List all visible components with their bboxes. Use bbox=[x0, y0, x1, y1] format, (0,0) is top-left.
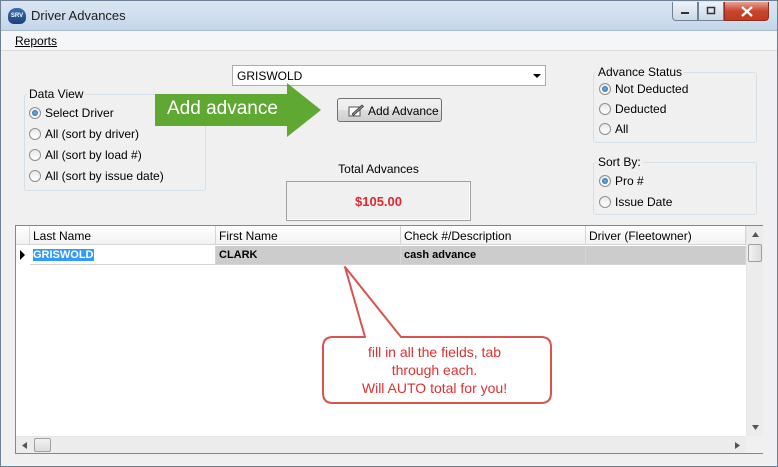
data-view-legend: Data View bbox=[29, 87, 84, 101]
app-icon: SRV bbox=[8, 8, 26, 24]
cell-last-name[interactable]: GRISWOLD bbox=[30, 246, 216, 265]
radio-label: All bbox=[615, 122, 629, 136]
close-button[interactable] bbox=[724, 2, 769, 21]
radio-label: Select Driver bbox=[45, 106, 114, 120]
vertical-scrollbar[interactable] bbox=[746, 226, 763, 436]
chevron-down-icon[interactable] bbox=[533, 74, 541, 78]
current-row-icon bbox=[16, 246, 29, 265]
horizontal-scrollbar[interactable] bbox=[16, 436, 746, 453]
grid-header: Last Name First Name Check #/Description… bbox=[16, 226, 746, 245]
scroll-right-icon[interactable] bbox=[729, 437, 746, 454]
radio-dot bbox=[29, 149, 41, 161]
minimize-icon bbox=[681, 12, 689, 14]
column-header-driver-fleetowner[interactable]: Driver (Fleetowner) bbox=[586, 226, 746, 245]
total-advances-box: $105.00 bbox=[286, 181, 471, 221]
maximize-button[interactable] bbox=[698, 2, 724, 21]
radio-label: Issue Date bbox=[615, 195, 673, 209]
column-header-check-description[interactable]: Check #/Description bbox=[401, 226, 586, 245]
maximize-icon bbox=[706, 6, 716, 15]
close-icon bbox=[740, 6, 753, 17]
window-title: Driver Advances bbox=[31, 8, 126, 23]
minimize-button[interactable] bbox=[672, 2, 698, 21]
radio-dot bbox=[29, 128, 41, 140]
scroll-down-icon[interactable] bbox=[747, 419, 764, 436]
advance-status-legend: Advance Status bbox=[598, 65, 683, 79]
radio-label: Deducted bbox=[615, 102, 667, 116]
horizontal-scroll-thumb[interactable] bbox=[34, 438, 51, 452]
driver-select-value: GRISWOLD bbox=[237, 69, 303, 83]
add-advance-button[interactable]: Add Advance bbox=[337, 98, 442, 122]
radio-label: All (sort by driver) bbox=[45, 127, 140, 141]
instruction-annotation-text: fill in all the fields, tab through each… bbox=[317, 343, 552, 397]
sort-by-legend: Sort By: bbox=[598, 155, 641, 169]
add-advance-annotation-arrow: Add advance bbox=[155, 83, 323, 140]
scrollbar-corner bbox=[746, 436, 763, 453]
instruction-annotation-bubble: fill in all the fields, tab through each… bbox=[317, 263, 557, 407]
column-header-first-name[interactable]: First Name bbox=[216, 226, 401, 245]
radio-dot-selected bbox=[599, 83, 611, 95]
radio-label: All (sort by load #) bbox=[45, 148, 142, 162]
radio-dot bbox=[599, 123, 611, 135]
cell-last-name-text: GRISWOLD bbox=[33, 249, 94, 261]
radio-dot-selected bbox=[599, 175, 611, 187]
annotation-line: Will AUTO total for you! bbox=[361, 380, 508, 396]
menu-bar: Reports bbox=[1, 31, 777, 51]
menu-reports-label: Reports bbox=[15, 34, 58, 48]
add-advance-label: Add Advance bbox=[368, 104, 439, 118]
radio-label: Pro # bbox=[615, 174, 644, 188]
menu-reports[interactable]: Reports bbox=[15, 34, 57, 48]
total-advances-amount: $105.00 bbox=[355, 194, 402, 209]
radio-dot bbox=[29, 170, 41, 182]
driver-advances-window: SRV Driver Advances Reports Data View Se… bbox=[0, 0, 778, 467]
annotation-line: through each. bbox=[391, 362, 478, 378]
annotation-line: fill in all the fields, tab bbox=[367, 344, 502, 360]
row-header-column bbox=[16, 226, 30, 245]
radio-dot bbox=[599, 103, 611, 115]
radio-label: All (sort by issue date) bbox=[45, 169, 164, 183]
pencil-note-icon bbox=[348, 104, 364, 117]
total-advances-label: Total Advances bbox=[338, 162, 419, 176]
title-bar: SRV Driver Advances bbox=[1, 1, 777, 31]
radio-dot bbox=[599, 196, 611, 208]
add-advance-annotation-text: Add advance bbox=[167, 98, 278, 119]
cell-driver[interactable] bbox=[586, 246, 746, 265]
radio-dot-selected bbox=[29, 107, 41, 119]
column-header-last-name[interactable]: Last Name bbox=[30, 226, 216, 245]
radio-label: Not Deducted bbox=[615, 82, 689, 96]
scroll-left-icon[interactable] bbox=[16, 437, 33, 454]
scroll-up-icon[interactable] bbox=[747, 226, 764, 243]
vertical-scroll-thumb[interactable] bbox=[748, 244, 762, 262]
